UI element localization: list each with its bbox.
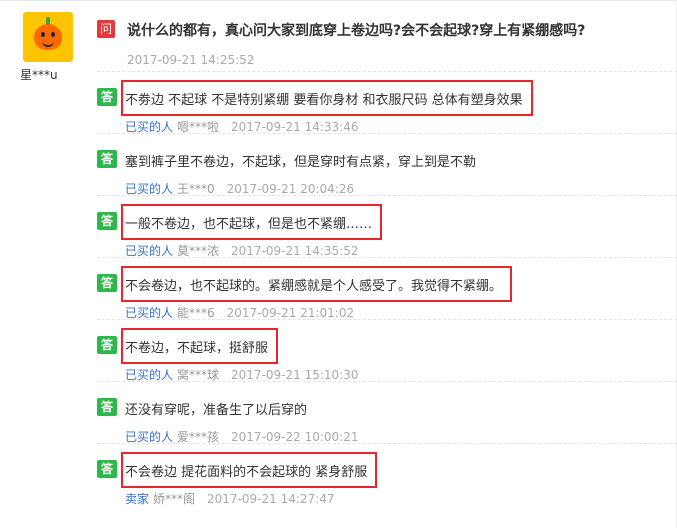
answerer-name: 王***0	[177, 182, 215, 196]
question-badge: 问	[97, 20, 115, 38]
answer-item: 答 还没有穿呢，准备生了以后穿的 已买的人 爱***孩 2017-09-22 10:…	[97, 381, 677, 444]
answer-text: 一般不卷边，也不起球，但是也不紧绷……	[125, 217, 373, 232]
qa-page: 星***u 问 说什么的都有，真心问大家到底穿上卷边吗?会不会起球?穿上有紧绷感…	[0, 0, 677, 528]
answer-text: 塞到裤子里不卷边，不起球，但是穿时有点紧，穿上到是不勒	[125, 155, 477, 170]
answer-item: 答 不卷边，不起球，挺舒服 已买的人 窝***球 2017-09-21 15:10:…	[97, 319, 677, 382]
orange-mascot-avatar-icon[interactable]	[23, 12, 73, 62]
answerer-role-link[interactable]: 已买的人	[125, 430, 173, 444]
answer-list: 答 不劵边 不起球 不是特别紧绷 要看你身材 和衣服尺码 总体有塑身效果 已买的…	[97, 71, 677, 507]
answer-badge: 答	[97, 460, 117, 478]
answer-item: 答 塞到裤子里不卷边，不起球，但是穿时有点紧，穿上到是不勒 已买的人 王***0 2…	[97, 133, 677, 196]
answer-time: 2017-09-21 14:27:47	[207, 492, 335, 506]
question-text: 说什么的都有，真心问大家到底穿上卷边吗?会不会起球?穿上有紧绷感吗?	[127, 23, 586, 39]
answer-time: 2017-09-22 10:00:21	[231, 430, 359, 444]
answer-time: 2017-09-21 14:35:52	[231, 244, 359, 258]
answerer-name: 能***6	[177, 306, 215, 320]
answerer-role-link[interactable]: 已买的人	[125, 368, 173, 382]
answerer-role-link[interactable]: 已买的人	[125, 182, 173, 196]
answer-item: 答 一般不卷边，也不起球，但是也不紧绷…… 已买的人 莫***浓 2017-09-2…	[97, 195, 677, 258]
answerer-name: 娇***阁	[153, 492, 196, 506]
question-time: 2017-09-21 14:25:52	[127, 53, 255, 67]
top-divider	[0, 0, 677, 1]
answer-time: 2017-09-21 14:33:46	[231, 120, 359, 134]
asker-profile[interactable]: 星***u	[20, 12, 76, 83]
answer-text: 不会卷边 提花面料的不会起球的 紧身舒服	[125, 465, 368, 480]
answerer-name: 窝***球	[177, 368, 220, 382]
answer-badge: 答	[97, 336, 117, 354]
answer-badge: 答	[97, 274, 117, 292]
answer-badge: 答	[97, 88, 117, 106]
answer-text: 不卷边，不起球，挺舒服	[125, 341, 269, 356]
answerer-name: 嗯***啦	[177, 120, 220, 134]
answer-item: 答 不劵边 不起球 不是特别紧绷 要看你身材 和衣服尺码 总体有塑身效果 已买的…	[97, 71, 677, 134]
answerer-role-link[interactable]: 卖家	[125, 492, 149, 506]
answerer-role-link[interactable]: 已买的人	[125, 306, 173, 320]
answerer-name: 爱***孩	[177, 430, 220, 444]
answer-time: 2017-09-21 20:04:26	[226, 182, 355, 196]
answer-badge: 答	[97, 398, 117, 416]
answer-time: 2017-09-21 15:10:30	[231, 368, 359, 382]
answer-text: 不劵边 不起球 不是特别紧绷 要看你身材 和衣服尺码 总体有塑身效果	[125, 93, 523, 108]
answer-text: 不会卷边，也不起球的。紧绷感就是个人感受了。我觉得不紧绷。	[125, 279, 503, 294]
answer-meta: 卖家 娇***阁 2017-09-21 14:27:47	[125, 490, 334, 507]
answer-badge: 答	[97, 150, 117, 168]
answer-item: 答 不会卷边 提花面料的不会起球的 紧身舒服 卖家 娇***阁 2017-09-21…	[97, 443, 677, 507]
answer-time: 2017-09-21 21:01:02	[226, 306, 355, 320]
answer-badge: 答	[97, 212, 117, 230]
answerer-role-link[interactable]: 已买的人	[125, 120, 173, 134]
answerer-name: 莫***浓	[177, 244, 220, 258]
answerer-role-link[interactable]: 已买的人	[125, 244, 173, 258]
answer-item: 答 不会卷边，也不起球的。紧绷感就是个人感受了。我觉得不紧绷。 已买的人 能***…	[97, 257, 677, 320]
asker-name: 星***u	[20, 68, 58, 82]
answer-text: 还没有穿呢，准备生了以后穿的	[125, 403, 308, 418]
